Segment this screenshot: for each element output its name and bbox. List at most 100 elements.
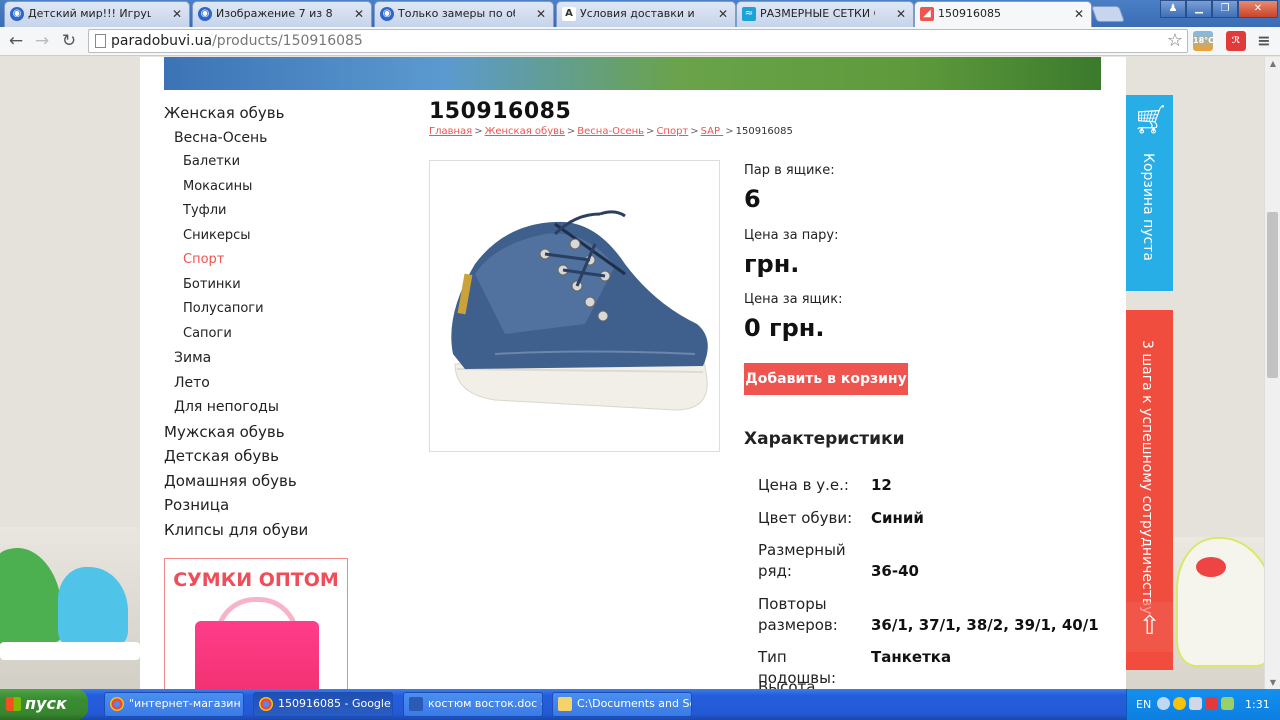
category-home-shoes[interactable]: Домашняя обувь bbox=[164, 469, 404, 494]
tab-title: Условия доставки и оплаті bbox=[580, 7, 697, 20]
characteristic-value: 36/1, 37/1, 38/2, 39/1, 40/1 bbox=[871, 616, 1099, 634]
page-icon bbox=[95, 34, 106, 48]
denim-sneaker-image bbox=[435, 204, 715, 415]
product-photo-frame[interactable] bbox=[429, 160, 720, 452]
volume-icon[interactable] bbox=[1189, 697, 1202, 710]
user-icon[interactable]: ♟ bbox=[1160, 0, 1186, 18]
weather-icon[interactable]: 18°C bbox=[1193, 31, 1214, 51]
taskbar-item-label: 150916085 - Google ... bbox=[278, 697, 393, 710]
characteristic-key: Цвет обуви: bbox=[758, 509, 853, 527]
minimize-button[interactable]: ▁ bbox=[1186, 0, 1212, 18]
scroll-up-arrow-icon[interactable]: ▲ bbox=[1265, 59, 1280, 68]
bags-promo-banner[interactable]: СУМКИ ОПТОМ bbox=[164, 558, 348, 689]
category-spring-autumn[interactable]: Весна-Осень bbox=[164, 126, 404, 151]
background-sneakers-image bbox=[0, 527, 142, 689]
category-retail[interactable]: Розница bbox=[164, 493, 404, 518]
breadcrumb-womens-shoes[interactable]: Женская обувь bbox=[485, 126, 565, 137]
price-per-pair-label: Цена за пару: bbox=[744, 228, 839, 243]
category-shoes[interactable]: Туфли bbox=[164, 199, 404, 224]
category-high-boots[interactable]: Сапоги bbox=[164, 322, 404, 347]
tray-app-icon[interactable] bbox=[1173, 697, 1186, 710]
category-mens-shoes[interactable]: Мужская обувь bbox=[164, 420, 404, 445]
promo-title: СУМКИ ОПТОМ bbox=[173, 569, 339, 591]
chrome-icon bbox=[110, 697, 124, 711]
tab-1[interactable]: ◉ Детский мир!!! Игрушки, К ✕ bbox=[4, 1, 190, 27]
close-icon[interactable]: ✕ bbox=[354, 2, 364, 26]
forward-arrow-icon[interactable]: → bbox=[31, 30, 53, 52]
shoe-icon: ◢ bbox=[920, 7, 934, 21]
taskbar-item[interactable]: костюм восток.doc -... bbox=[403, 692, 543, 717]
category-winter[interactable]: Зима bbox=[164, 346, 404, 371]
windows-logo-icon bbox=[6, 697, 21, 711]
bag-image bbox=[195, 621, 319, 689]
tray-chevron-icon[interactable] bbox=[1157, 697, 1170, 710]
header-banner-image bbox=[164, 57, 1101, 90]
close-icon[interactable]: ✕ bbox=[1074, 2, 1084, 26]
url-path: /products/150916085 bbox=[212, 33, 363, 49]
close-icon[interactable]: ✕ bbox=[896, 2, 906, 26]
tab-3[interactable]: ◉ Только замеры по обуви, о ✕ bbox=[374, 1, 554, 27]
close-icon[interactable]: ✕ bbox=[718, 2, 728, 26]
product-photo bbox=[435, 204, 715, 415]
cart-side-tab[interactable]: 🛒︎ Корзина пуста bbox=[1126, 95, 1173, 291]
page-scrollbar[interactable]: ▲ ▼ bbox=[1264, 57, 1280, 689]
price-per-box-label: Цена за ящик: bbox=[744, 292, 843, 307]
reload-icon[interactable]: ↻ bbox=[58, 30, 80, 52]
scroll-down-arrow-icon[interactable]: ▼ bbox=[1265, 678, 1280, 687]
tab-title: Только замеры по обуви, о bbox=[398, 7, 515, 20]
network-icon[interactable] bbox=[1221, 697, 1234, 710]
taskbar-item[interactable]: "интернет-магазин "... bbox=[104, 692, 244, 717]
characteristic-value: Танкетка bbox=[871, 648, 952, 666]
wave-icon: ≈ bbox=[742, 7, 756, 21]
category-sneakers[interactable]: Сникерсы bbox=[164, 224, 404, 249]
close-window-button[interactable]: ✕ bbox=[1238, 0, 1278, 18]
menu-icon[interactable]: ≡ bbox=[1254, 31, 1274, 51]
add-to-cart-button[interactable]: Добавить в корзину bbox=[744, 363, 908, 395]
category-womens-shoes[interactable]: Женская обувь bbox=[164, 101, 404, 126]
breadcrumb-spring-autumn[interactable]: Весна-Осень bbox=[577, 126, 644, 137]
antivirus-icon[interactable] bbox=[1205, 697, 1218, 710]
category-bad-weather[interactable]: Для непогоды bbox=[164, 395, 404, 420]
scrollbar-thumb[interactable] bbox=[1267, 212, 1278, 378]
category-moccasins[interactable]: Мокасины bbox=[164, 175, 404, 200]
back-arrow-icon[interactable]: ← bbox=[5, 30, 27, 52]
category-kids-shoes[interactable]: Детская обувь bbox=[164, 444, 404, 469]
tab-title: 150916085 bbox=[938, 7, 1001, 20]
breadcrumb-home[interactable]: Главная bbox=[429, 126, 472, 137]
breadcrumb-sport[interactable]: Спорт bbox=[656, 126, 688, 137]
category-sport[interactable]: Спорт bbox=[164, 248, 404, 273]
browser-tabbar: ◉ Детский мир!!! Игрушки, К ✕ ◉ Изображе… bbox=[0, 0, 1280, 27]
star-icon[interactable]: ☆ bbox=[1167, 30, 1183, 51]
tab-2[interactable]: ◉ Изображение 7 из 89 из АЛ ✕ bbox=[192, 1, 372, 27]
restore-button[interactable]: ❐ bbox=[1212, 0, 1238, 18]
tab-4[interactable]: A Условия доставки и оплаті ✕ bbox=[556, 1, 736, 27]
pairs-in-box-label: Пар в ящике: bbox=[744, 163, 835, 178]
new-tab-button[interactable] bbox=[1091, 6, 1125, 22]
breadcrumb-brand[interactable]: SAP bbox=[701, 126, 724, 137]
category-shoe-clips[interactable]: Клипсы для обуви bbox=[164, 518, 404, 543]
taskbar-item[interactable]: C:\Documents and Se... bbox=[552, 692, 692, 717]
letter-a-icon: A bbox=[562, 7, 576, 21]
characteristics-title: Характеристики bbox=[744, 429, 905, 449]
address-bar[interactable]: paradobuvi.ua/products/150916085 ☆ bbox=[88, 29, 1188, 53]
eye-icon: ◉ bbox=[380, 7, 394, 21]
characteristic-value: Синий bbox=[871, 509, 924, 527]
taskbar: пуск "интернет-магазин "... 150916085 - … bbox=[0, 689, 1280, 720]
close-icon[interactable]: ✕ bbox=[536, 2, 546, 26]
extension-icon[interactable]: ℛ bbox=[1226, 31, 1246, 51]
category-boots[interactable]: Ботинки bbox=[164, 273, 404, 298]
start-button[interactable]: пуск bbox=[0, 689, 88, 720]
tab-active[interactable]: ◢ 150916085 ✕ bbox=[914, 1, 1092, 27]
taskbar-item-active[interactable]: 150916085 - Google ... bbox=[253, 692, 393, 717]
close-icon[interactable]: ✕ bbox=[172, 2, 182, 26]
language-indicator[interactable]: EN bbox=[1136, 698, 1151, 711]
breadcrumb-current: 150916085 bbox=[735, 126, 793, 137]
category-ballet-flats[interactable]: Балетки bbox=[164, 150, 404, 175]
category-half-boots[interactable]: Полусапоги bbox=[164, 297, 404, 322]
steps-text: 3 шага к успешному сотрудничеству bbox=[1139, 340, 1155, 615]
category-summer[interactable]: Лето bbox=[164, 371, 404, 396]
tab-5[interactable]: ≈ РАЗМЕРНЫЕ СЕТКИ ОБУВИ ✕ bbox=[736, 1, 914, 27]
price-per-pair-value: грн. bbox=[744, 250, 800, 278]
characteristic-key: Высота bbox=[758, 678, 816, 689]
scroll-up-button[interactable]: ⇧ bbox=[1126, 602, 1173, 652]
